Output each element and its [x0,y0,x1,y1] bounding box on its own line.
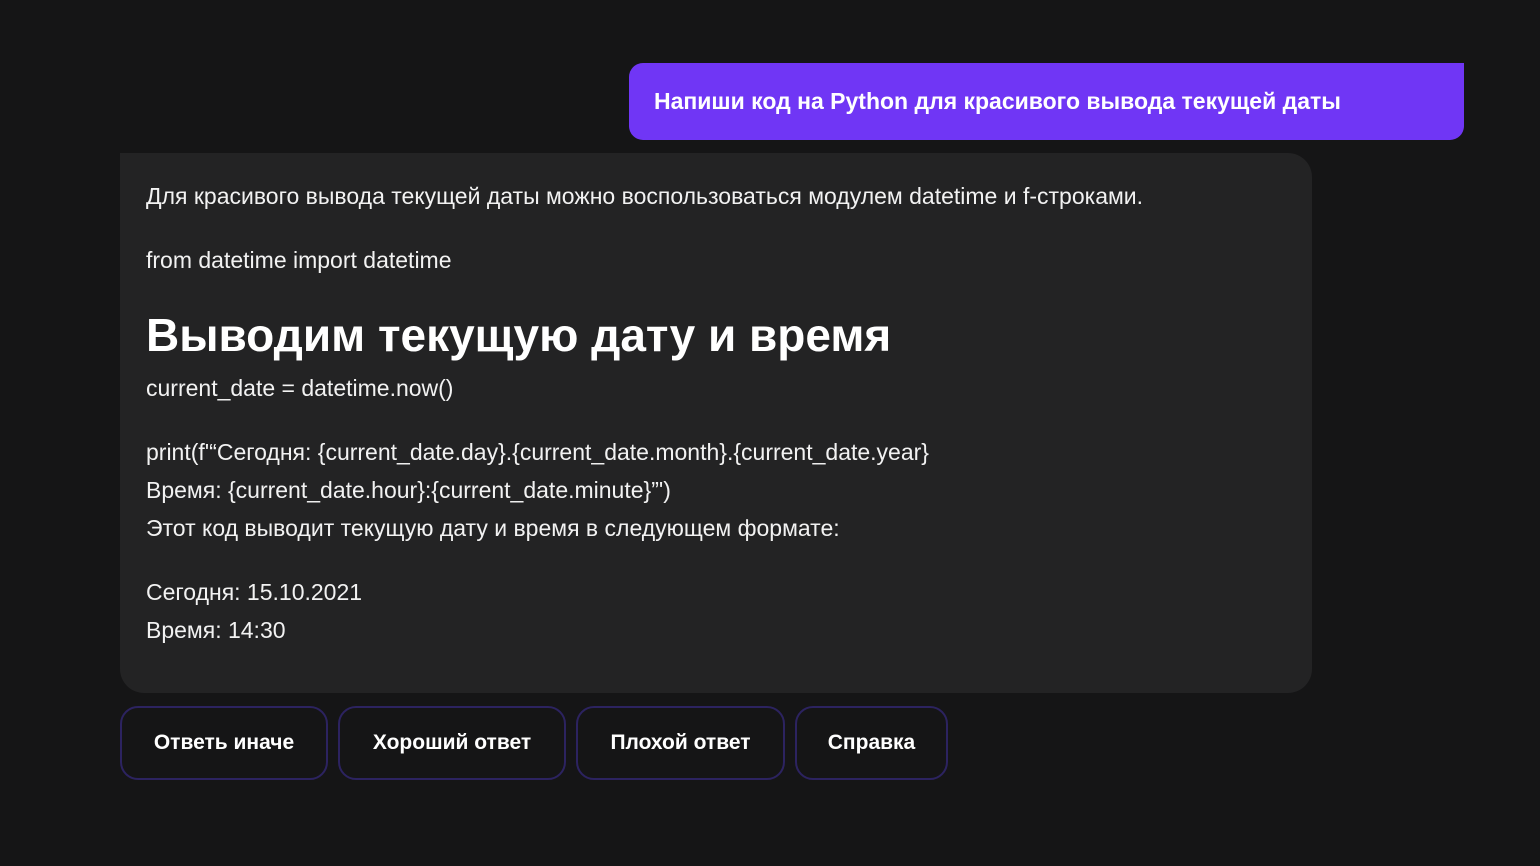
code-print-line-1: print(f'“Сегодня: {current_date.day}.{cu… [146,439,929,465]
assistant-intro-text: Для красивого вывода текущей даты можно … [146,183,1144,209]
assistant-message-bubble: Для красивого вывода текущей даты можно … [120,153,1312,693]
code-import-line: from datetime import datetime [146,247,452,273]
assistant-heading: Выводим текущую дату и время [146,309,892,361]
bad-answer-button[interactable]: Плохой ответ [576,706,785,780]
user-message-text: Напиши код на Python для красивого вывод… [654,88,1341,114]
code-print-line-2: Время: {current_date.hour}:{current_date… [146,477,671,503]
assistant-description-text: Этот код выводит текущую дату и время в … [146,515,840,541]
help-button[interactable]: Справка [795,706,948,780]
chat-screen: Напиши код на Python для красивого вывод… [0,0,1540,866]
example-output-date: Сегодня: 15.10.2021 [146,579,363,605]
user-message-bubble: Напиши код на Python для красивого вывод… [629,63,1464,140]
answer-differently-button[interactable]: Ответь иначе [120,706,328,780]
good-answer-button[interactable]: Хороший ответ [338,706,566,780]
code-now-line: current_date = datetime.now() [146,375,454,401]
response-actions: Ответь иначе Хороший ответ Плохой ответ … [120,706,948,780]
example-output-time: Время: 14:30 [146,617,286,643]
